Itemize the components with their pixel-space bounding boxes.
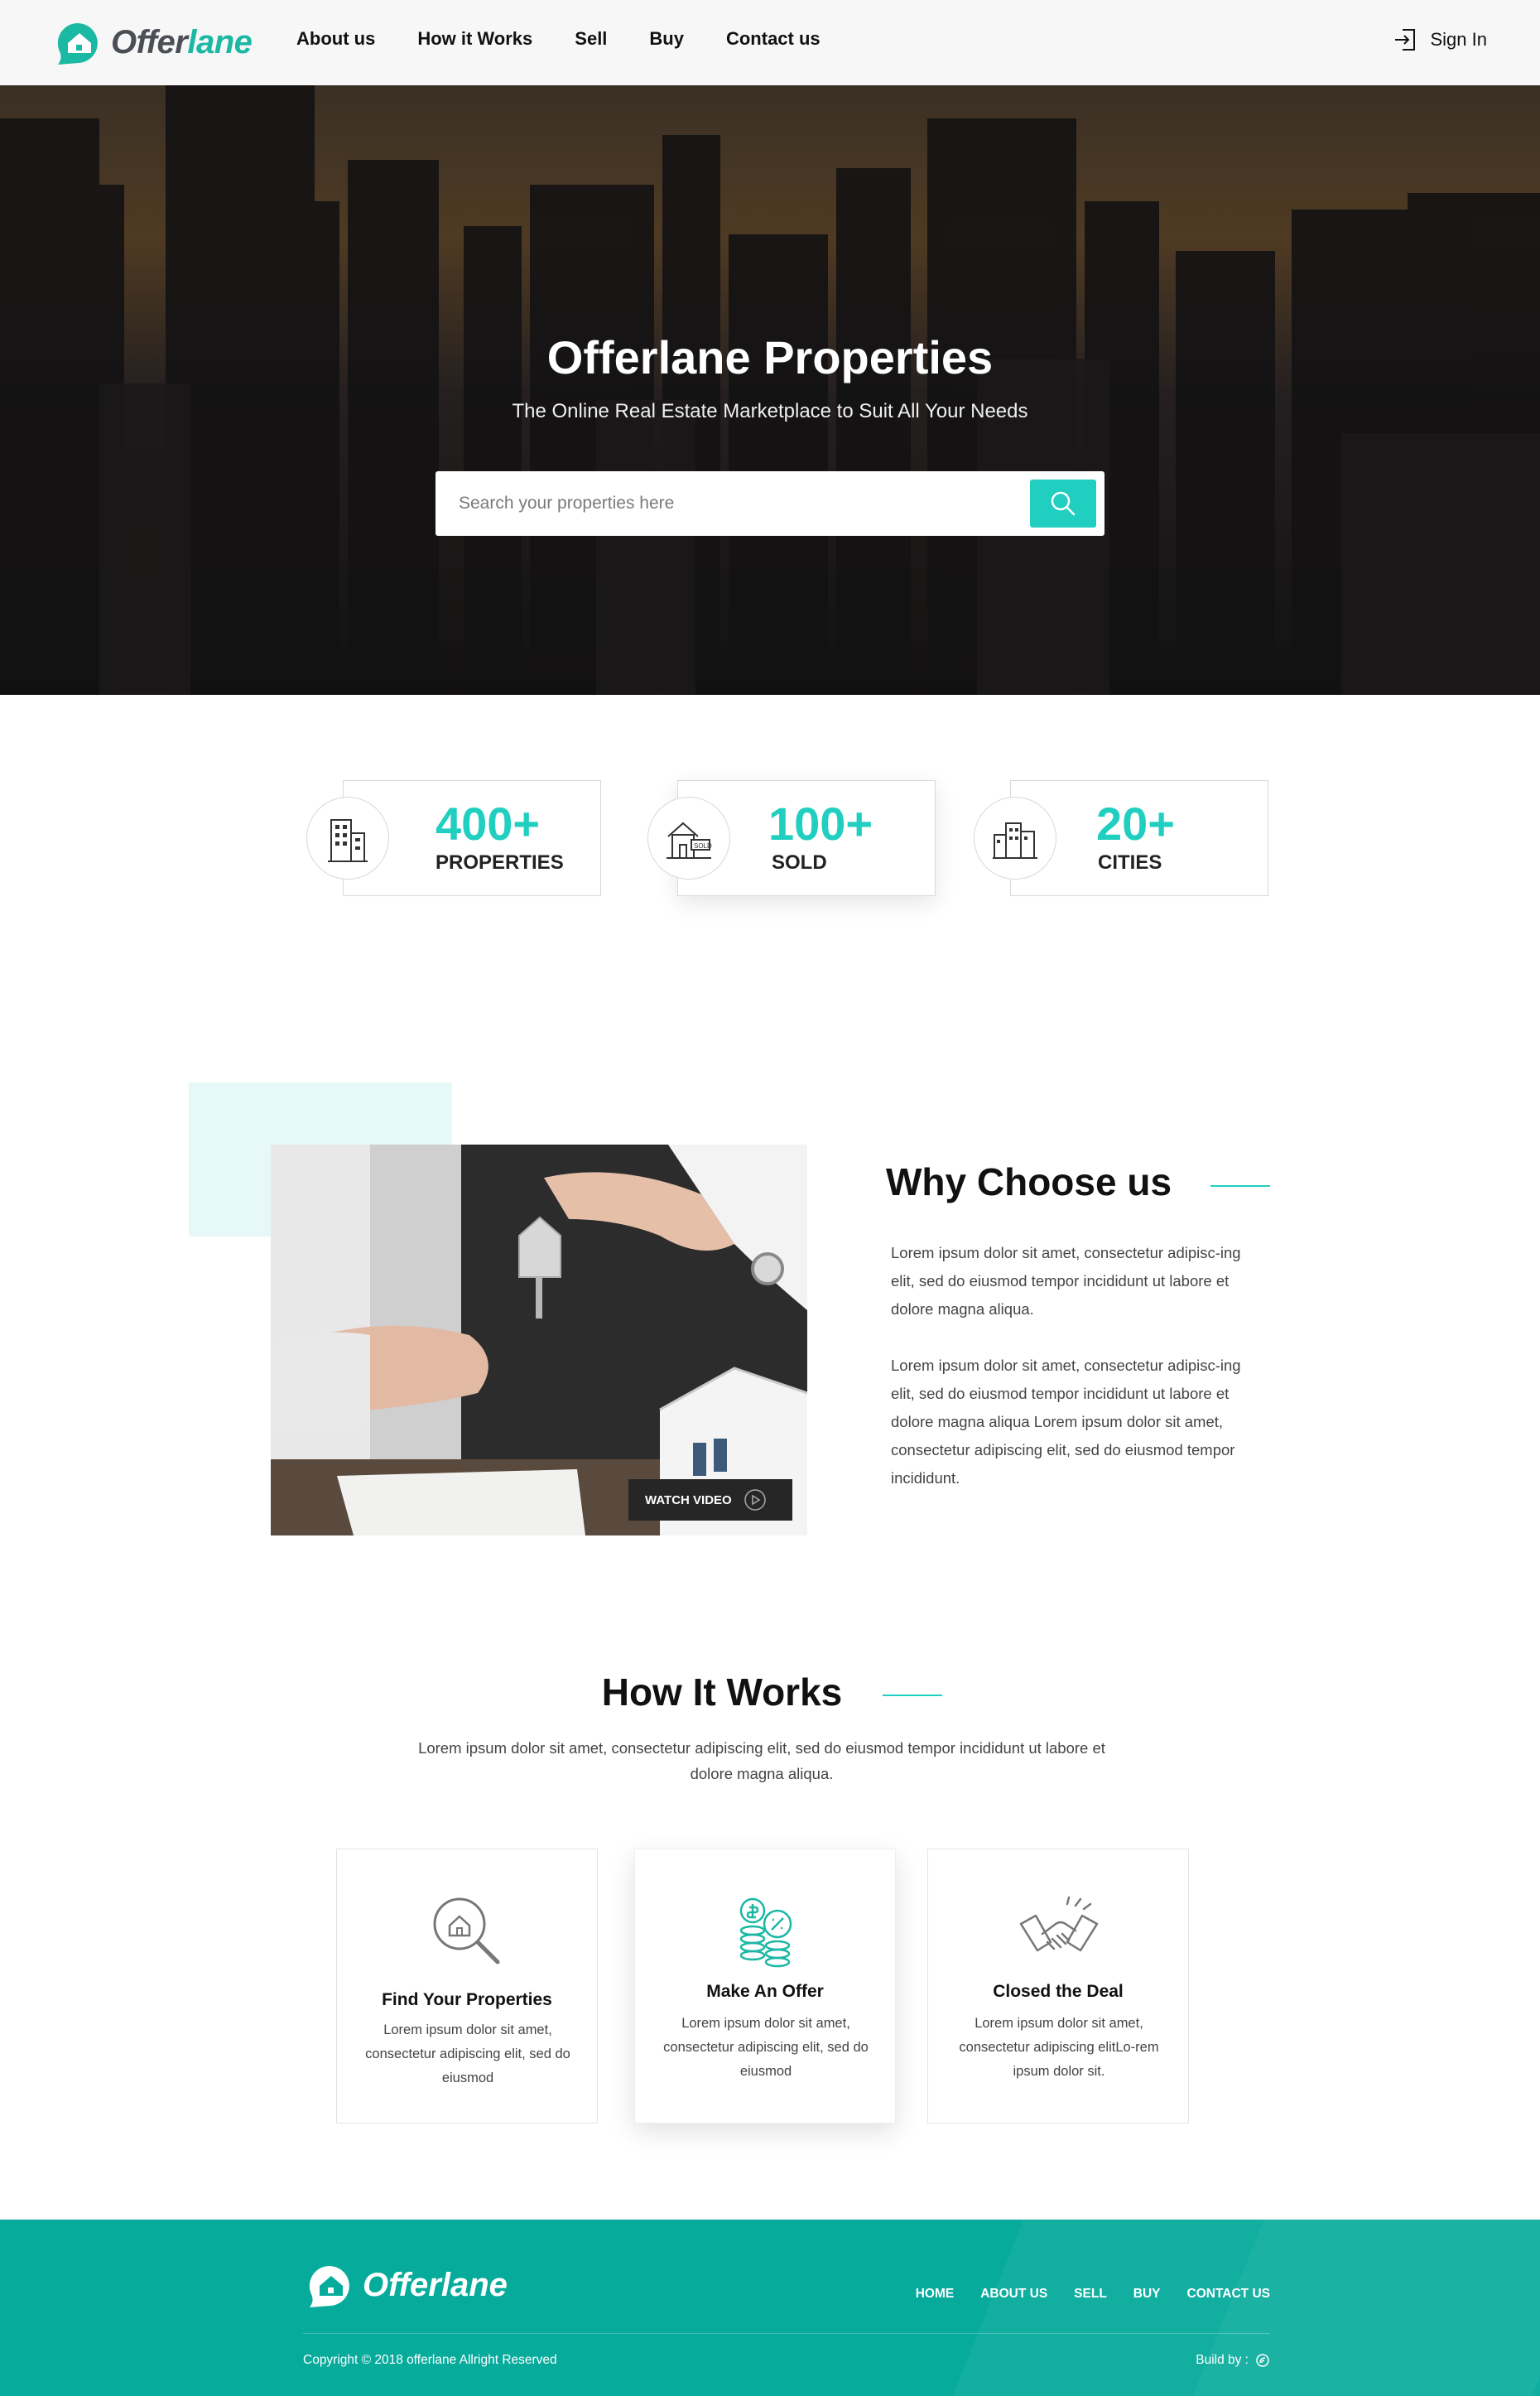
step-card-title: Find Your Properties [382, 1990, 552, 2009]
handshake-icon [1019, 1896, 1099, 1952]
stat-value: 100+ [768, 798, 873, 850]
step-card-find: Find Your Properties Lorem ipsum dolor s… [336, 1849, 598, 2124]
build-by-label: Build by : [1196, 2353, 1249, 2367]
logo-house-icon [51, 15, 106, 70]
signin-label: Sign In [1430, 29, 1488, 50]
site-footer: Offerlane HOME ABOUT US SELL BUY CONTACT… [0, 2220, 1540, 2396]
svg-text:SOLD: SOLD [694, 842, 712, 850]
search-icon [1051, 491, 1076, 516]
footer-logo-wordmark: Offerlane [363, 2266, 508, 2303]
footer-link-about[interactable]: ABOUT US [980, 2287, 1047, 2302]
play-icon [744, 1489, 766, 1511]
stat-icon-circle: SOLD [647, 797, 730, 880]
step-card-deal: Closed the Deal Lorem ipsum dolor sit am… [927, 1849, 1189, 2124]
stat-value: 400+ [436, 798, 541, 850]
logo-wordmark: Offerlane [111, 23, 253, 61]
keys-photo-illustration [271, 1145, 807, 1535]
title-accent-line [883, 1695, 942, 1696]
hero-search-bar [436, 471, 1104, 536]
footer-build-by: Build by : [1196, 2353, 1270, 2368]
main-nav: About us How it Works Sell Buy Contact u… [296, 28, 863, 50]
site-header: Offerlane About us How it Works Sell Buy… [0, 0, 1540, 85]
why-paragraph-2: Lorem ipsum dolor sit amet, consectetur … [891, 1357, 1241, 1487]
hero-title: Offerlane Properties [546, 331, 994, 383]
house-search-icon [433, 1897, 500, 1965]
title-accent-line [1210, 1185, 1270, 1187]
nav-link-how-it-works[interactable]: How it Works [417, 28, 532, 50]
logo-text-part2: lane [187, 23, 253, 60]
footer-divider [303, 2333, 1270, 2334]
header-logo[interactable]: Offerlane [51, 15, 253, 70]
watch-video-label: WATCH VIDEO [645, 1492, 732, 1507]
hero-city-skyline-image [0, 85, 1540, 695]
property-search-input[interactable] [459, 488, 989, 519]
why-choose-us-title: Why Choose us [886, 1160, 1172, 1203]
nav-link-sell[interactable]: Sell [575, 28, 607, 50]
stat-icon-circle [306, 797, 389, 880]
stat-icon-circle [974, 797, 1056, 880]
how-it-works-title: How It Works [601, 1670, 843, 1714]
city-icon [993, 822, 1037, 859]
watch-video-button[interactable]: WATCH VIDEO [628, 1479, 792, 1521]
builder-logo-icon[interactable] [1255, 2353, 1270, 2368]
sold-house-icon: SOLD [667, 822, 712, 859]
signin-button[interactable]: Sign In [1393, 27, 1488, 52]
step-card-text: Lorem ipsum dolor sit amet, consectetur … [959, 2016, 1159, 2079]
step-card-title: Closed the Deal [993, 1982, 1124, 2001]
logo-text-part1: Offer [111, 23, 188, 60]
step-card-title: Make An Offer [706, 1982, 824, 2001]
hero-subtitle: The Online Real Estate Marketplace to Su… [512, 400, 1028, 422]
nav-link-about[interactable]: About us [296, 28, 375, 50]
stat-label: SOLD [772, 851, 827, 874]
footer-logo[interactable]: Offerlane [303, 2258, 508, 2312]
step-card-text: Lorem ipsum dolor sit amet, consectetur … [365, 2022, 570, 2085]
footer-link-buy[interactable]: BUY [1133, 2287, 1161, 2302]
stat-label: PROPERTIES [436, 851, 564, 874]
handing-keys-photo: WATCH VIDEO [271, 1145, 807, 1535]
how-it-works-description: Lorem ipsum dolor sit amet, consectetur … [418, 1739, 1105, 1782]
footer-link-home[interactable]: HOME [916, 2287, 955, 2302]
footer-link-contact[interactable]: CONTACT US [1187, 2287, 1270, 2302]
nav-link-contact[interactable]: Contact us [726, 28, 821, 50]
step-card-text: Lorem ipsum dolor sit amet, consectetur … [663, 2016, 869, 2079]
sign-in-icon [1394, 29, 1415, 51]
footer-link-sell[interactable]: SELL [1074, 2287, 1107, 2302]
logo-house-icon [309, 2266, 349, 2307]
nav-link-buy[interactable]: Buy [649, 28, 684, 50]
coins-offer-icon [739, 1897, 792, 1968]
hero-section: Offerlane Properties The Online Real Est… [0, 85, 1540, 695]
stat-label: CITIES [1098, 851, 1162, 874]
search-button[interactable] [1030, 480, 1096, 528]
buildings-icon [328, 819, 368, 862]
step-card-offer: Make An Offer Lorem ipsum dolor sit amet… [634, 1849, 896, 2124]
stat-value: 20+ [1096, 798, 1175, 850]
footer-nav: HOME ABOUT US SELL BUY CONTACT US [889, 2287, 1270, 2302]
why-paragraph-1: Lorem ipsum dolor sit amet, consectetur … [891, 1244, 1241, 1318]
footer-copyright: Copyright © 2018 offerlane Allright Rese… [303, 2353, 557, 2367]
